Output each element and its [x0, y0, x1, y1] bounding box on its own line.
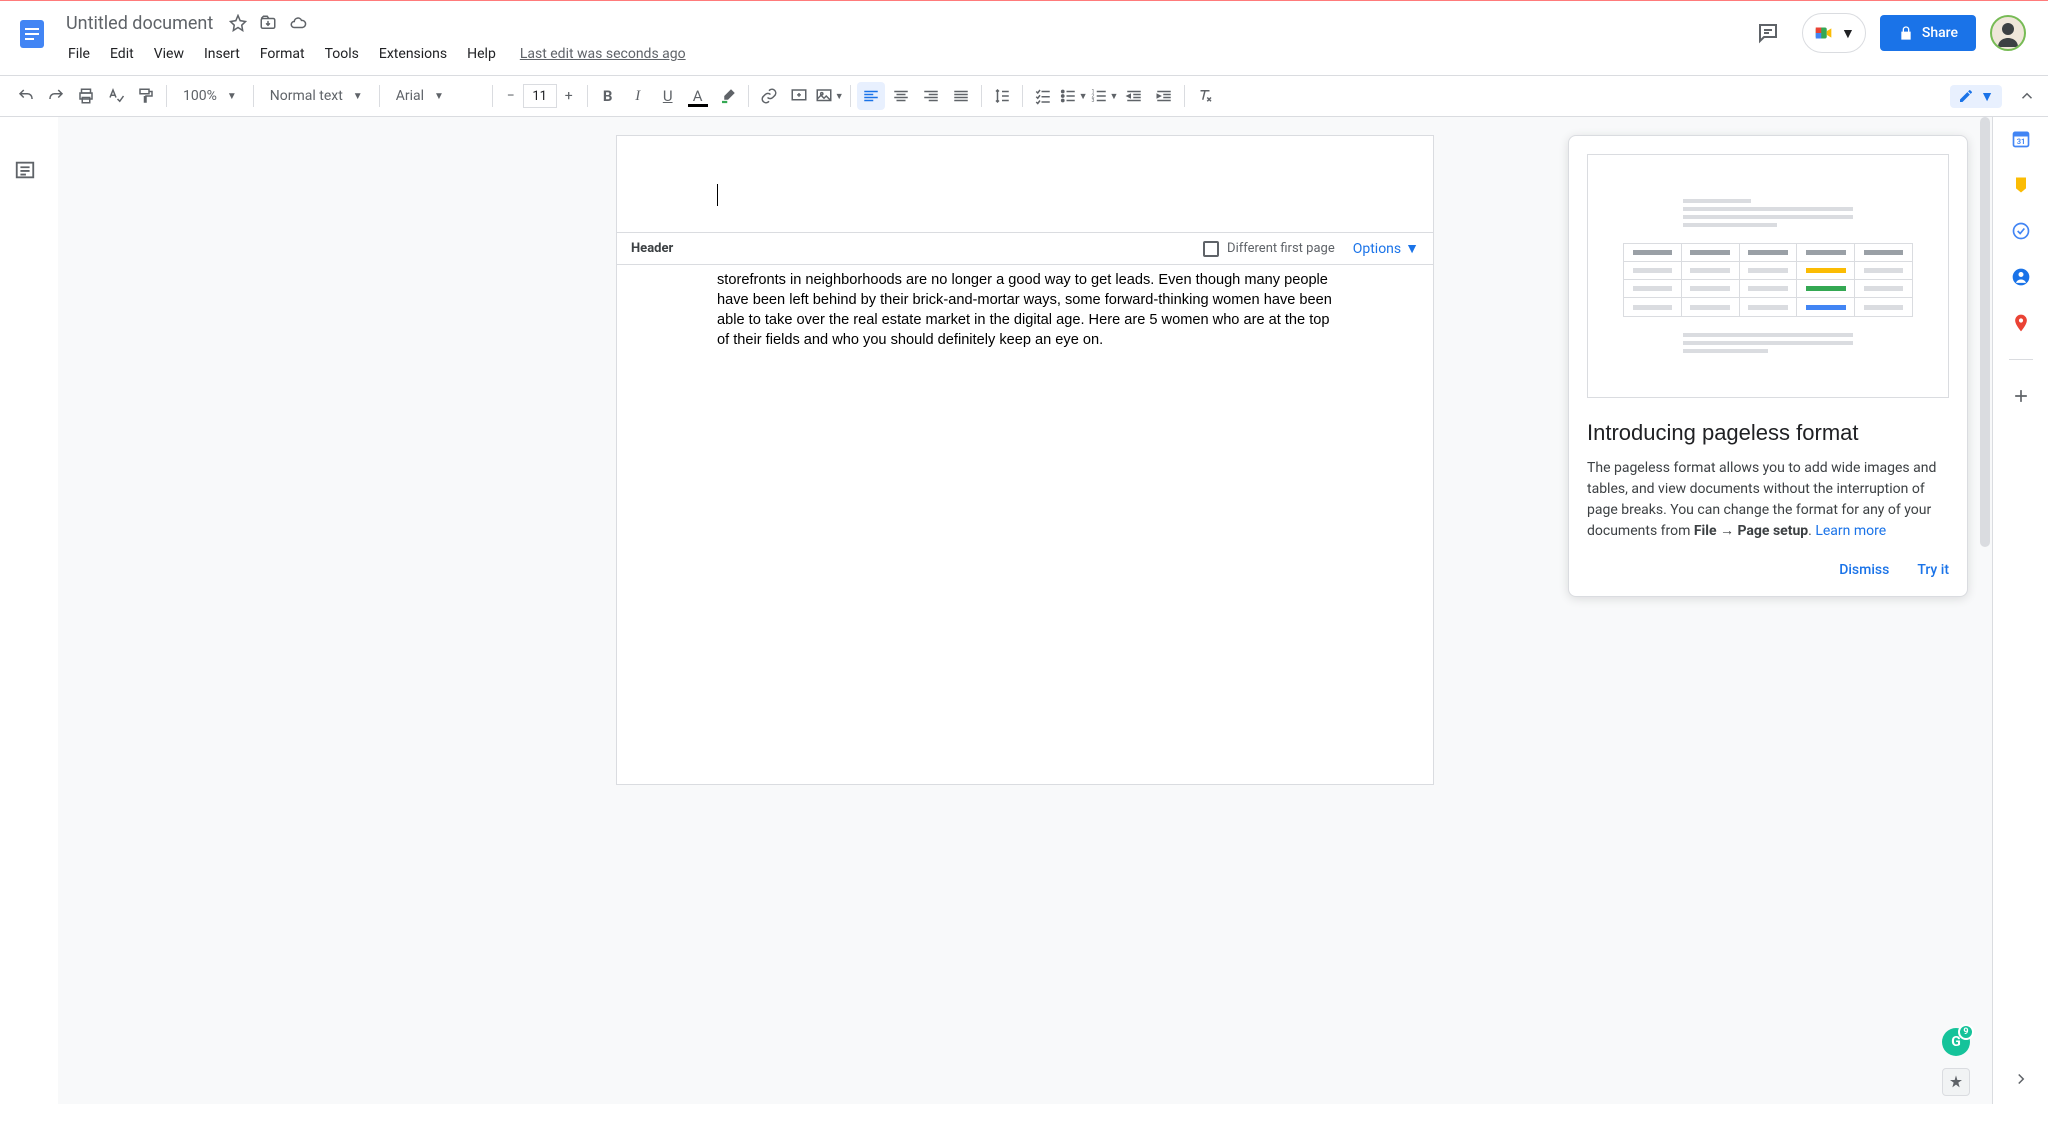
- align-left-icon[interactable]: [857, 82, 885, 110]
- paragraph-style-dropdown[interactable]: Normal text▼: [260, 82, 373, 110]
- keep-icon[interactable]: [2011, 175, 2031, 195]
- menu-format[interactable]: Format: [252, 42, 313, 66]
- zoom-value: 100%: [183, 88, 217, 104]
- svg-text:31: 31: [2016, 137, 2025, 146]
- decrease-font-icon[interactable]: −: [499, 84, 523, 108]
- maps-icon[interactable]: [2011, 313, 2031, 333]
- align-center-icon[interactable]: [887, 82, 915, 110]
- checkbox-icon[interactable]: [1203, 241, 1219, 257]
- numbered-list-icon[interactable]: 123▼: [1090, 82, 1119, 110]
- checklist-icon[interactable]: [1029, 82, 1057, 110]
- menu-edit[interactable]: Edit: [102, 42, 142, 66]
- menu-bar: File Edit View Insert Format Tools Exten…: [60, 39, 1748, 69]
- font-dropdown[interactable]: Arial▼: [386, 82, 486, 110]
- link-icon[interactable]: [755, 82, 783, 110]
- caret-down-icon: ▼: [1405, 240, 1419, 257]
- line-spacing-icon[interactable]: [988, 82, 1016, 110]
- pageless-popup: Introducing pageless format The pageless…: [1568, 135, 1968, 597]
- highlight-icon[interactable]: [714, 82, 742, 110]
- dismiss-button[interactable]: Dismiss: [1839, 562, 1889, 578]
- svg-text:3: 3: [1091, 98, 1094, 104]
- collapse-toolbar-icon[interactable]: [2018, 87, 2036, 105]
- bulleted-list-icon[interactable]: ▼: [1059, 82, 1088, 110]
- underline-icon[interactable]: U: [654, 82, 682, 110]
- header-options-button[interactable]: Options ▼: [1353, 240, 1419, 257]
- grammarly-count: 9: [1958, 1024, 1974, 1040]
- header-section-bar: Header Different first page Options ▼: [617, 232, 1433, 265]
- align-justify-icon[interactable]: [947, 82, 975, 110]
- document-canvas[interactable]: Header Different first page Options ▼ st…: [58, 117, 1992, 1104]
- caret-down-icon: ▼: [1841, 25, 1855, 42]
- contacts-icon[interactable]: [2011, 267, 2031, 287]
- scrollbar[interactable]: [1978, 117, 1992, 1104]
- page[interactable]: Header Different first page Options ▼ st…: [616, 135, 1434, 785]
- side-panel: 31: [1992, 117, 2048, 1104]
- different-first-label: Different first page: [1227, 241, 1335, 256]
- app-header: Untitled document File Edit View Insert …: [0, 1, 2048, 69]
- add-addon-icon[interactable]: [2011, 386, 2031, 406]
- undo-icon[interactable]: [12, 82, 40, 110]
- editing-mode-button[interactable]: ▼: [1950, 85, 2002, 108]
- menu-extensions[interactable]: Extensions: [371, 42, 455, 66]
- hide-side-panel-icon[interactable]: [2012, 1070, 2030, 1088]
- caret-down-icon: ▼: [1980, 88, 1994, 105]
- different-first-page-checkbox[interactable]: Different first page: [1203, 241, 1335, 257]
- bold-icon[interactable]: B: [594, 82, 622, 110]
- menu-help[interactable]: Help: [459, 42, 504, 66]
- popup-body: The pageless format allows you to add wi…: [1587, 458, 1949, 542]
- text-color-icon[interactable]: A: [684, 82, 712, 110]
- font-size-input[interactable]: 11: [523, 84, 557, 108]
- document-body-text[interactable]: storefronts in neighborhoods are no long…: [717, 270, 1333, 351]
- account-avatar[interactable]: [1990, 15, 2026, 51]
- last-edit-link[interactable]: Last edit was seconds ago: [520, 46, 686, 62]
- popup-title: Introducing pageless format: [1587, 420, 1949, 446]
- text-cursor: [717, 184, 718, 206]
- comments-icon[interactable]: [1748, 13, 1788, 53]
- explore-icon[interactable]: [1942, 1068, 1970, 1096]
- share-button[interactable]: Share: [1880, 15, 1976, 51]
- redo-icon[interactable]: [42, 82, 70, 110]
- outline-toggle-icon[interactable]: [14, 159, 44, 189]
- cloud-icon[interactable]: [289, 14, 307, 32]
- move-icon[interactable]: [259, 14, 277, 32]
- insert-image-icon[interactable]: ▼: [815, 82, 844, 110]
- menu-insert[interactable]: Insert: [196, 42, 248, 66]
- font-value: Arial: [396, 88, 424, 104]
- learn-more-link[interactable]: Learn more: [1815, 523, 1886, 539]
- grammarly-badge-icon[interactable]: G9: [1942, 1028, 1970, 1056]
- toolbar: 100%▼ Normal text▼ Arial▼ − 11 + B I U A…: [0, 75, 2048, 117]
- menu-tools[interactable]: Tools: [317, 42, 367, 66]
- paint-format-icon[interactable]: [132, 82, 160, 110]
- align-right-icon[interactable]: [917, 82, 945, 110]
- add-comment-icon[interactable]: [785, 82, 813, 110]
- docs-logo-icon[interactable]: [12, 9, 52, 59]
- popup-illustration: [1587, 154, 1949, 398]
- style-value: Normal text: [270, 88, 343, 104]
- try-it-button[interactable]: Try it: [1917, 562, 1949, 578]
- decrease-indent-icon[interactable]: [1120, 82, 1148, 110]
- calendar-icon[interactable]: 31: [2011, 129, 2031, 149]
- meet-button[interactable]: ▼: [1802, 13, 1866, 53]
- font-size-control: − 11 +: [499, 84, 581, 108]
- menu-view[interactable]: View: [146, 42, 192, 66]
- menu-file[interactable]: File: [60, 42, 98, 66]
- tasks-icon[interactable]: [2011, 221, 2031, 241]
- print-icon[interactable]: [72, 82, 100, 110]
- spellcheck-icon[interactable]: [102, 82, 130, 110]
- clear-formatting-icon[interactable]: [1191, 82, 1219, 110]
- header-label: Header: [631, 241, 673, 256]
- star-icon[interactable]: [229, 14, 247, 32]
- share-label: Share: [1922, 25, 1958, 41]
- increase-indent-icon[interactable]: [1150, 82, 1178, 110]
- document-title[interactable]: Untitled document: [60, 11, 219, 36]
- zoom-dropdown[interactable]: 100%▼: [173, 82, 247, 110]
- italic-icon[interactable]: I: [624, 82, 652, 110]
- increase-font-icon[interactable]: +: [557, 84, 581, 108]
